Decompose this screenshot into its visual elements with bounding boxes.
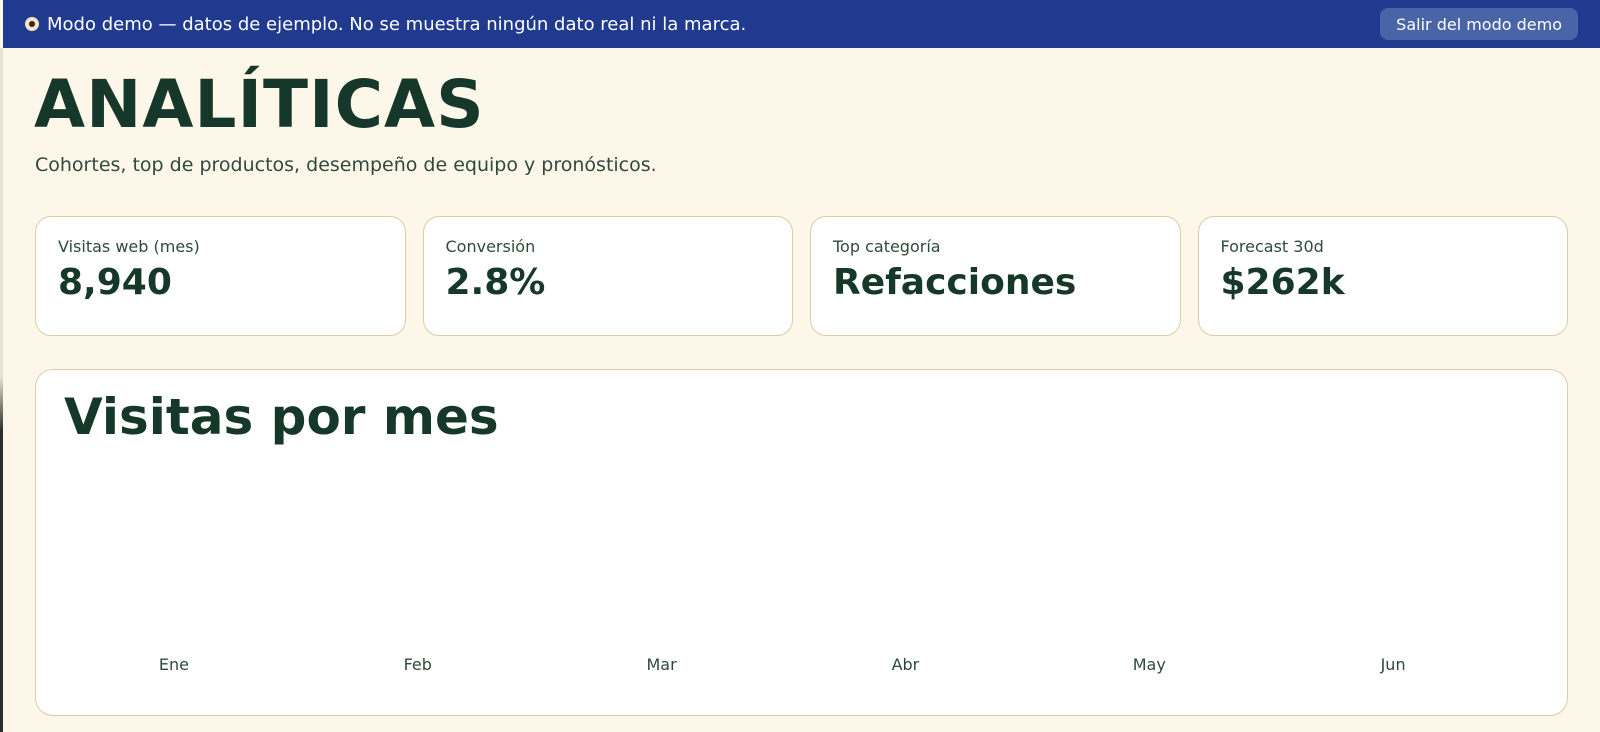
kpi-label: Top categoría <box>833 237 941 256</box>
analytics-page: Modo demo — datos de ejemplo. No se mues… <box>0 0 1600 732</box>
kpi-row: Visitas web (mes) 8,940 Conversión 2.8% … <box>35 216 1568 336</box>
visits-chart-panel: Visitas por mes Ene Feb Mar Abr May Jun <box>35 369 1568 716</box>
kpi-label: Visitas web (mes) <box>58 237 200 256</box>
x-tick-label: Abr <box>892 655 920 674</box>
demo-mode-banner: Modo demo — datos de ejemplo. No se mues… <box>3 0 1600 48</box>
page-title: ANALÍTICAS <box>34 66 485 143</box>
x-tick-label: May <box>1133 655 1166 674</box>
kpi-card-visits: Visitas web (mes) 8,940 <box>35 216 406 336</box>
x-tick-label: Jun <box>1380 655 1406 674</box>
x-tick-label: Feb <box>404 655 432 674</box>
kpi-value: Refacciones <box>833 262 1077 303</box>
x-tick-label: Mar <box>646 655 677 674</box>
kpi-card-top-category: Top categoría Refacciones <box>810 216 1181 336</box>
x-tick-label: Ene <box>159 655 189 674</box>
eye-icon <box>25 17 39 31</box>
kpi-label: Forecast 30d <box>1220 237 1324 256</box>
kpi-card-conversion: Conversión 2.8% <box>422 216 793 336</box>
visits-bar-chart: Ene Feb Mar Abr May Jun <box>159 655 1406 674</box>
exit-demo-button[interactable]: Salir del modo demo <box>1380 8 1578 40</box>
kpi-card-forecast: Forecast 30d $262k <box>1197 216 1568 336</box>
kpi-value: 8,940 <box>58 262 172 303</box>
demo-banner-text: Modo demo — datos de ejemplo. No se mues… <box>47 13 747 35</box>
window-edge <box>0 48 3 732</box>
page-subtitle: Cohortes, top de productos, desempeño de… <box>35 154 657 176</box>
chart-title: Visitas por mes <box>64 388 499 446</box>
kpi-label: Conversión <box>445 237 536 256</box>
kpi-value: 2.8% <box>445 262 546 303</box>
kpi-value: $262k <box>1220 262 1345 303</box>
